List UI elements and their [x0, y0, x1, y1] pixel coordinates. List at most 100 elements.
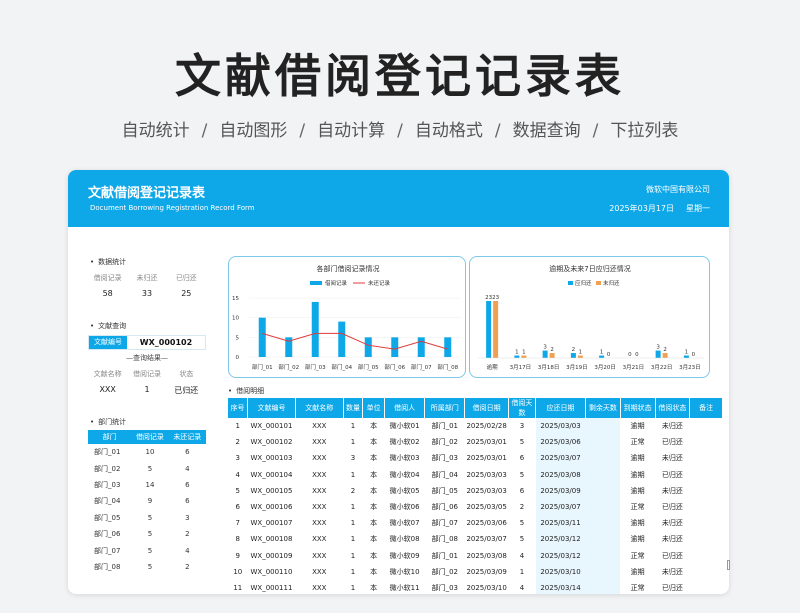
table-cell: [585, 498, 621, 516]
table-cell: 部门_08: [431, 535, 458, 544]
table-row[interactable]: 9 WX_000109 XXX 1 本 微小软09 部门_01 2025/03/08 4 2025…: [228, 547, 723, 564]
detail-table-header: 应还日期: [535, 398, 586, 418]
table-cell: WX_000108: [250, 535, 293, 544]
detail-table-header: 序号: [228, 398, 249, 418]
bar-due: [570, 353, 576, 358]
table-cell: 本: [370, 470, 378, 479]
dashboard-title: 文献借阅登记记录表: [88, 186, 206, 201]
dept-table-cell: 部门_02: [94, 464, 121, 473]
table-cell: [585, 450, 621, 467]
table-cell: 微小软01: [389, 422, 420, 431]
x-tick-label: 3月22日: [651, 364, 673, 371]
query-input[interactable]: WX_000102: [127, 336, 205, 349]
table-cell: 9: [235, 551, 241, 560]
bar: [364, 337, 372, 357]
table-row[interactable]: 8 WX_000108 XXX 1 本 微小软08 部门_08 2025/03/07 5 2025…: [228, 531, 723, 548]
table-cell: XXX: [312, 503, 327, 512]
table-row[interactable]: 7 WX_000107 XXX 1 本 微小软07 部门_07 2025/03/06 5 2025…: [228, 515, 723, 532]
table-cell: 6: [235, 503, 241, 512]
table-row[interactable]: 1 WX_000101 XXX 1 本 微小软01 部门_01 2025/02/28 3 2025…: [228, 418, 723, 435]
query-field: 文献编号 WX_000102: [88, 335, 206, 350]
table-row[interactable]: 5 WX_000105 XXX 2 本 微小软05 部门_05 2025/03/03 6 2025…: [228, 482, 723, 499]
table-row[interactable]: 11 WX_000111 XXX 1 本 微小软11 部门_03 2025/03/10 4 202…: [228, 579, 723, 594]
table-cell: [690, 467, 723, 483]
table-cell: [690, 418, 723, 434]
table-cell: [690, 434, 723, 450]
scrollbar-handle[interactable]: [727, 560, 730, 570]
table-cell: 逾期: [630, 567, 645, 576]
feature-separator: /: [592, 121, 599, 141]
table-cell: WX_000103: [250, 454, 293, 463]
data-label: 3: [543, 345, 547, 351]
table-cell: 6: [519, 454, 525, 463]
y-tick-label: 5: [236, 335, 240, 341]
detail-table-header: 借阅状态: [655, 398, 691, 418]
due-return-chart: 逾期及未来7日应归还情况 应归还 未归还 23 23 逾期 1 1 3月17日 3 2 3月18日 2 1…: [469, 256, 710, 378]
table-cell: 2025/03/10: [535, 563, 586, 580]
date-line: 2025年03月17日 星期一: [609, 203, 710, 214]
table-cell: 未归还: [661, 535, 683, 544]
bar: [391, 337, 399, 357]
table-cell: 2025/03/05: [466, 503, 507, 512]
table-cell: 已归还: [661, 551, 683, 560]
table-cell: 2: [519, 503, 525, 512]
data-label: 0: [628, 352, 632, 358]
table-cell: XXX: [312, 438, 327, 447]
dept-table-row: 部门_04 9 6: [88, 493, 206, 509]
table-cell: 逾期: [630, 470, 645, 479]
table-cell: 2025/03/09: [466, 567, 507, 576]
table-cell: 微小软05: [389, 486, 420, 495]
dept-table-cell: 部门_04: [94, 497, 121, 506]
dept-table-row: 部门_05 5 3: [88, 510, 206, 526]
table-cell: 微小软07: [389, 519, 420, 528]
data-label: 1: [600, 350, 604, 356]
table-cell: 2: [235, 438, 241, 447]
table-cell: 正常: [630, 551, 645, 560]
dept-table-cell: 2: [185, 562, 190, 571]
table-cell: 2025/03/10: [466, 583, 507, 592]
table-cell: 本: [370, 503, 378, 512]
table-cell: 微小软03: [389, 454, 420, 463]
table-row[interactable]: 4 WX_000104 XXX 1 本 微小软04 部门_04 2025/03/03 5 2025…: [228, 466, 723, 483]
table-row[interactable]: 3 WX_000103 XXX 3 本 微小软03 部门_03 2025/03/01 6 2025…: [228, 450, 723, 467]
bar: [444, 337, 452, 357]
stat-value: 58: [102, 289, 113, 298]
bar-due: [542, 350, 548, 358]
y-tick-label: 15: [232, 296, 239, 302]
dept-table-cell: 4: [185, 464, 190, 473]
x-tick-label: 部门_04: [331, 363, 352, 371]
table-row[interactable]: 6 WX_000106 XXX 1 本 微小软06 部门_06 2025/03/05 2 2025…: [228, 498, 723, 516]
table-cell: 2025/03/06: [535, 434, 586, 451]
table-cell: 本: [370, 486, 378, 495]
dept-table-row: 部门_02 5 4: [88, 460, 206, 476]
dept-table-cell: 部门_05: [94, 513, 121, 522]
table-cell: WX_000111: [250, 583, 293, 592]
table-cell: 微小软02: [389, 438, 420, 447]
dept-table-cell: 部门_01: [94, 448, 121, 457]
dashboard-header: 文献借阅登记记录表 Document Borrowing Registratio…: [68, 170, 729, 227]
query-result-values: XXX 1 已归还: [88, 385, 206, 396]
dept-table-row: 部门_08 5 2: [88, 559, 206, 575]
dept-table-cell: 14: [145, 480, 155, 489]
table-cell: 2025/03/11: [535, 515, 586, 532]
dept-table-cell: 4: [185, 546, 190, 555]
company-name: 微软中国有限公司: [646, 185, 710, 194]
table-row[interactable]: 10 WX_000110 XXX 1 本 微小软10 部门_02 2025/03/09 1 202…: [228, 563, 723, 580]
table-row[interactable]: 2 WX_000102 XXX 1 本 微小软02 部门_02 2025/03/01 5 2025…: [228, 434, 723, 451]
table-cell: 未归还: [661, 454, 683, 463]
legend-label: 未还记录: [368, 279, 391, 287]
table-cell: 2025/03/01: [466, 454, 507, 463]
table-cell: 未归还: [661, 486, 683, 495]
hero-title: 文献借阅登记记录表: [175, 49, 625, 103]
feature-item: 自动图形: [219, 121, 288, 141]
table-cell: 4: [235, 470, 241, 479]
borrow-detail-table: 序号 文献编号 文献名称 数量 单位 借阅人 所属部门 借阅日期 借阅天数 应还日期 剩余天数 到期状…: [228, 398, 723, 594]
result-value: XXX: [99, 385, 116, 394]
table-cell: 未归还: [661, 519, 683, 528]
table-cell: 6: [519, 486, 525, 495]
dept-table-cell: 10: [145, 448, 155, 457]
y-tick-label: 10: [232, 316, 239, 322]
feature-item: 数据查询: [512, 121, 581, 141]
x-tick-label: 部门_06: [384, 363, 405, 371]
table-cell: 微小软06: [389, 503, 420, 512]
